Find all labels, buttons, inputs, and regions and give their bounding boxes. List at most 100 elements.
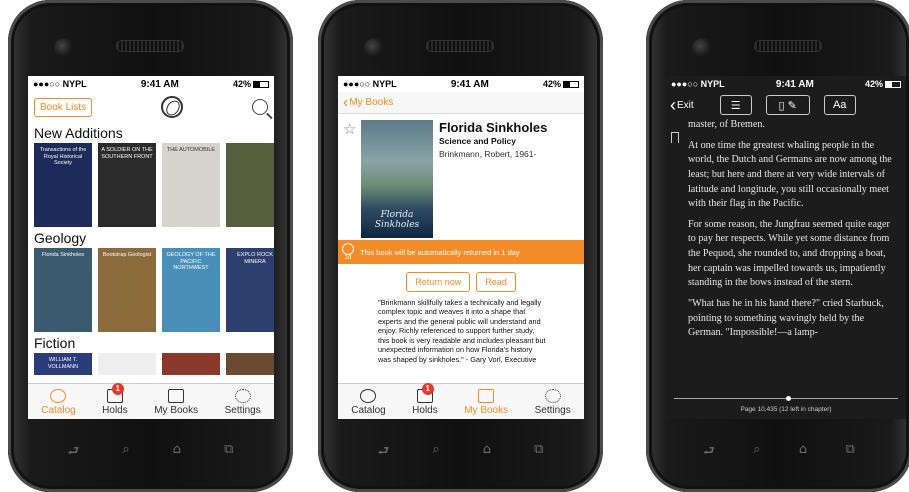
toc-button[interactable]: ☰ bbox=[719, 95, 752, 115]
tab-bar: Catalog 1 Holds My Books Settings bbox=[338, 383, 584, 419]
tab-settings[interactable]: Settings bbox=[225, 389, 261, 416]
reader-paragraph: At one time the greatest whaling people … bbox=[688, 139, 892, 210]
book-cover[interactable]: Bootstrap Geologist bbox=[98, 248, 156, 332]
font-settings-button[interactable]: Aa bbox=[823, 95, 856, 115]
book-cover[interactable]: EXPLO ROCK MINERA bbox=[226, 248, 274, 332]
nav-bar: ‹ My Books bbox=[338, 92, 584, 114]
book-cover[interactable]: A SOLDIER ON THE SOUTHERN FRONT bbox=[98, 143, 156, 227]
recent-icon[interactable]: ⧉ bbox=[224, 442, 233, 464]
section-title[interactable]: Fiction bbox=[28, 332, 274, 353]
book-actions: Return now Read bbox=[338, 264, 584, 298]
holds-badge: 1 bbox=[111, 383, 124, 395]
page-slider[interactable] bbox=[674, 396, 898, 401]
return-now-button[interactable]: Return now bbox=[406, 272, 471, 292]
battery-percent: 42% bbox=[232, 79, 251, 89]
status-bar: ●●●○○ NYPL 9:41 AM 42% bbox=[28, 76, 274, 92]
read-button[interactable]: Read bbox=[476, 272, 516, 292]
exit-button[interactable]: ‹ Exit bbox=[670, 96, 694, 114]
book-detail-header: ☆ Florida Sinkholes Florida Sinkholes Sc… bbox=[338, 114, 584, 240]
tab-settings[interactable]: Settings bbox=[535, 389, 571, 416]
tab-label: Catalog bbox=[41, 405, 76, 416]
tab-label: Holds bbox=[102, 405, 128, 416]
section-title[interactable]: Geology bbox=[28, 227, 274, 248]
phone-book-detail: ●●●○○ NYPL 9:41 AM 42% ‹ My Books ☆ Flor… bbox=[318, 0, 603, 492]
recent-icon[interactable]: ⧉ bbox=[534, 442, 543, 464]
home-icon[interactable]: ⌂ bbox=[799, 442, 807, 464]
book-cover[interactable]: GEOLOGY OF THE PACIFIC NORTHWEST bbox=[162, 248, 220, 332]
chevron-left-icon[interactable]: ‹ bbox=[343, 94, 348, 111]
book-lists-button[interactable]: Book Lists bbox=[34, 97, 93, 117]
clock-badge: 1d bbox=[342, 243, 354, 261]
battery-percent: 42% bbox=[864, 79, 883, 89]
battery-indicator: 42% bbox=[865, 79, 901, 89]
tab-catalog[interactable]: Catalog bbox=[41, 389, 76, 416]
book-author: Brinkmann, Robert, 1961- bbox=[439, 149, 537, 159]
status-bar: ●●●○○ NYPL 9:41 AM 42% bbox=[666, 76, 906, 92]
phone-catalog: ●●●○○ NYPL 9:41 AM 42% Book Lists New Ad… bbox=[8, 0, 293, 492]
globe-icon bbox=[161, 96, 184, 118]
book-subtitle: Science and Policy bbox=[439, 136, 517, 146]
reader-text: master, of Bremen. At one time the greate… bbox=[666, 118, 906, 341]
home-icon[interactable]: ⌂ bbox=[483, 442, 491, 464]
tab-holds[interactable]: 1 Holds bbox=[102, 383, 128, 416]
tab-my-books[interactable]: My Books bbox=[154, 389, 198, 416]
search-icon[interactable]: ⌕ bbox=[432, 442, 439, 464]
catalog-icon bbox=[360, 389, 377, 403]
status-time: 9:41 AM bbox=[450, 78, 489, 90]
book-cover[interactable] bbox=[98, 353, 156, 375]
search-icon[interactable] bbox=[251, 99, 268, 115]
book-cover[interactable]: THE AUTOMOBILE bbox=[162, 143, 220, 227]
tab-label: Catalog bbox=[351, 405, 386, 416]
back-button[interactable]: My Books bbox=[349, 97, 393, 108]
back-icon[interactable]: ⮐ bbox=[378, 442, 390, 464]
status-time: 9:41 AM bbox=[140, 78, 179, 90]
settings-icon bbox=[544, 389, 561, 403]
my-books-icon bbox=[478, 389, 495, 403]
back-icon[interactable]: ⮐ bbox=[68, 442, 80, 464]
reader-paragraph: For some reason, the Jungfrau seemed qui… bbox=[688, 218, 890, 289]
battery-percent: 42% bbox=[542, 79, 561, 89]
recent-icon[interactable]: ⧉ bbox=[846, 442, 855, 464]
tab-catalog[interactable]: Catalog bbox=[351, 389, 386, 416]
my-books-icon bbox=[168, 389, 185, 403]
book-cover[interactable] bbox=[226, 353, 274, 375]
book-cover[interactable]: Transactions of the Royal Historical Soc… bbox=[34, 143, 92, 227]
settings-icon bbox=[234, 389, 251, 403]
page-info: Page 10,435 (12 left in chapter) bbox=[740, 406, 832, 413]
tab-label: Holds bbox=[412, 405, 438, 416]
tab-label: My Books bbox=[154, 405, 199, 416]
book-info: Florida Sinkholes Science and Policy Bri… bbox=[433, 120, 547, 240]
hardware-keys: ⮐ ⌕ ⌂ ⧉ bbox=[318, 442, 603, 464]
return-banner: 1d This book will be automatically retur… bbox=[338, 240, 584, 264]
carrier-label: ●●●○○ NYPL bbox=[671, 79, 725, 89]
book-cover[interactable]: WILLIAM T. VOLLMANN bbox=[34, 353, 92, 375]
book-cover[interactable]: Florida Sinkholes bbox=[34, 248, 92, 332]
tab-label: My Books bbox=[464, 405, 509, 416]
camera bbox=[54, 38, 74, 58]
back-icon[interactable]: ⮐ bbox=[703, 442, 715, 464]
tab-bar: Catalog 1 Holds My Books Settings bbox=[28, 383, 274, 419]
star-icon[interactable]: ☆ bbox=[343, 120, 361, 240]
catalog-screen: ●●●○○ NYPL 9:41 AM 42% Book Lists New Ad… bbox=[28, 76, 274, 419]
section-title[interactable]: New Additions bbox=[28, 122, 274, 143]
tab-holds[interactable]: 1 Holds bbox=[412, 383, 438, 416]
search-icon[interactable]: ⌕ bbox=[122, 442, 129, 464]
slider-knob[interactable] bbox=[786, 396, 791, 401]
tab-my-books[interactable]: My Books bbox=[464, 389, 508, 416]
tab-label: Settings bbox=[534, 405, 571, 416]
catalog-icon bbox=[50, 389, 67, 403]
book-cover[interactable] bbox=[162, 353, 220, 375]
battery-indicator: 42% bbox=[543, 79, 579, 89]
search-icon[interactable]: ⌕ bbox=[753, 442, 760, 464]
notes-button[interactable]: ▯ ✎ bbox=[765, 95, 810, 115]
status-bar: ●●●○○ NYPL 9:41 AM 42% bbox=[338, 76, 584, 92]
cover-title: Florida Sinkholes bbox=[374, 210, 420, 230]
speaker-grille bbox=[426, 40, 494, 52]
tab-label: Settings bbox=[224, 405, 261, 416]
book-cover[interactable] bbox=[226, 143, 274, 227]
home-icon[interactable]: ⌂ bbox=[173, 442, 181, 464]
clock-icon bbox=[342, 243, 354, 255]
bookmark-icon[interactable] bbox=[671, 132, 679, 143]
reader-paragraph: master, of Bremen. bbox=[688, 119, 765, 130]
list-icon: ☰ bbox=[730, 99, 741, 112]
